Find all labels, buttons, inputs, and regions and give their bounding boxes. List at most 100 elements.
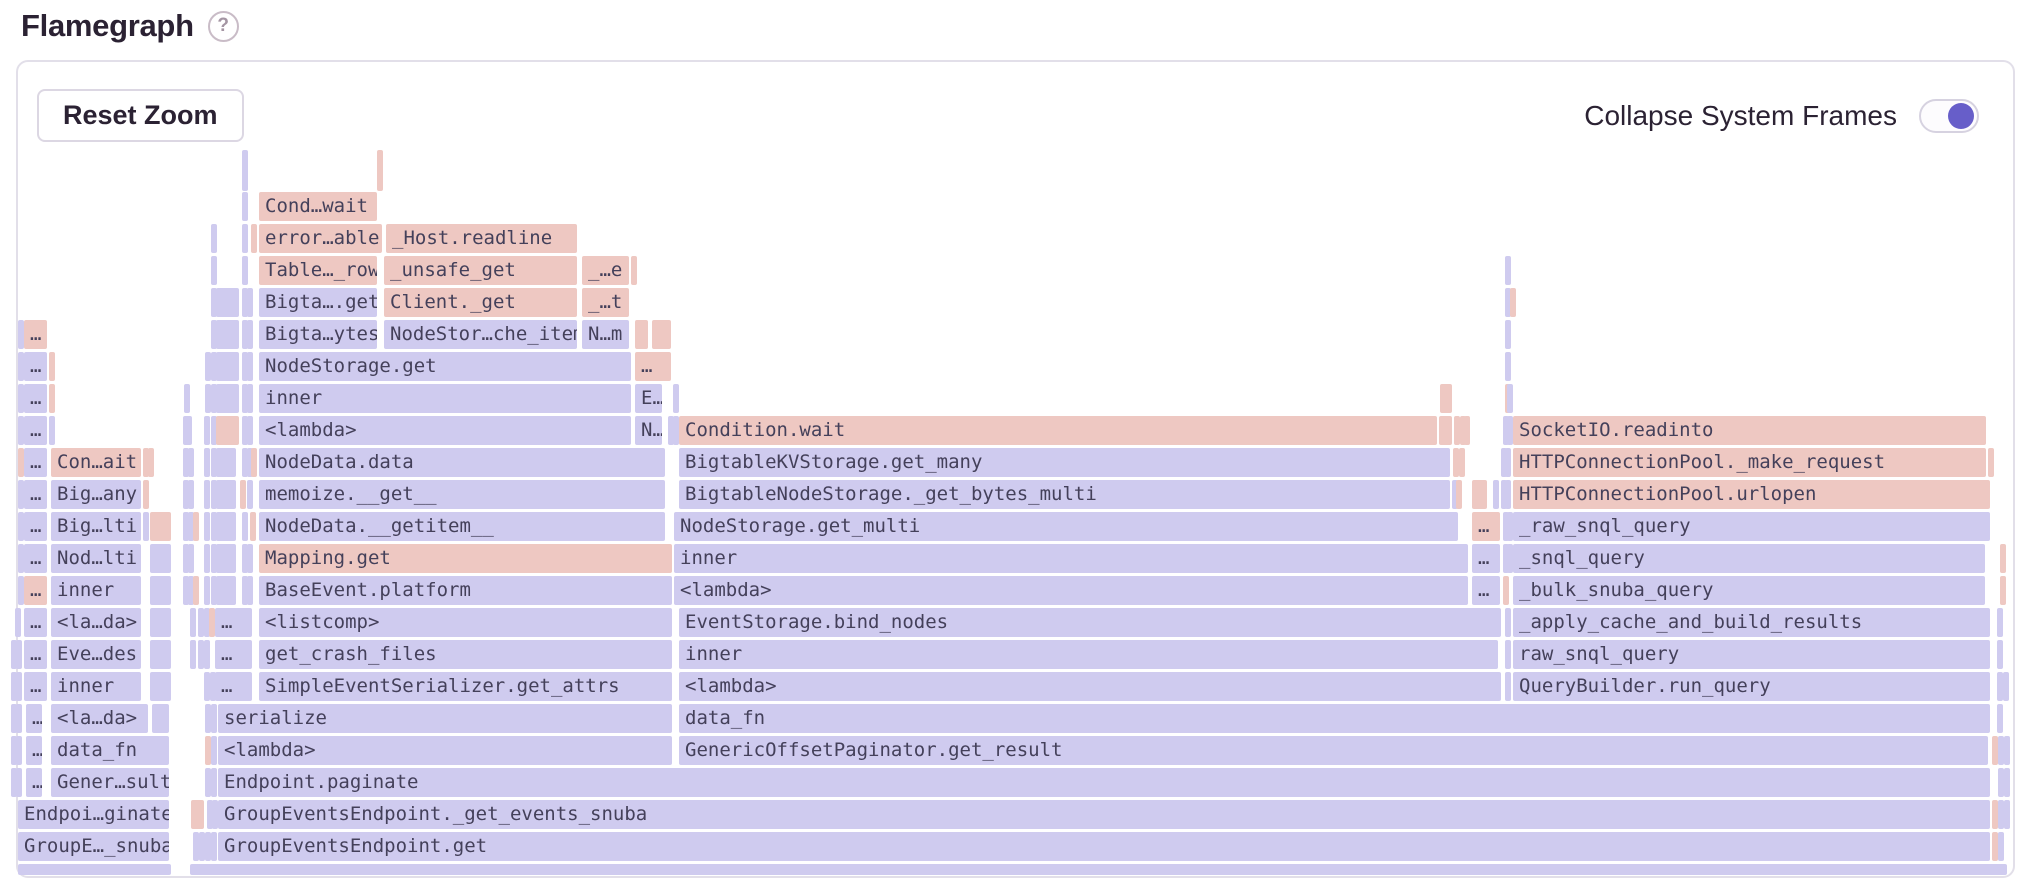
flame-frame[interactable]: get_crash_files [259,640,672,669]
reset-zoom-button[interactable]: Reset Zoom [37,89,244,142]
flame-frame[interactable] [49,416,55,445]
flame-frame[interactable]: serialize [218,704,672,733]
flame-frame[interactable] [242,256,248,285]
flame-frame[interactable]: BaseEvent.platform [259,576,672,605]
flame-frame[interactable] [1493,480,1499,509]
flame-frame[interactable] [1507,384,1513,413]
flame-frame[interactable] [216,288,239,317]
flame-frame[interactable] [150,672,171,701]
flame-frame[interactable] [49,352,55,381]
flame-frame[interactable] [150,512,171,541]
flame-frame[interactable]: <la…da> [51,704,148,733]
flame-frame[interactable] [204,576,210,605]
flame-frame[interactable]: … [24,544,47,573]
flame-frame[interactable] [204,544,210,573]
flame-frame[interactable] [183,416,192,445]
flame-frame[interactable] [16,768,22,797]
flame-frame[interactable] [1505,352,1511,381]
flame-frame[interactable] [1464,416,1470,445]
flame-frame[interactable] [148,448,154,477]
flame-frame[interactable] [377,150,383,191]
flame-frame[interactable] [211,832,217,861]
flame-frame[interactable]: NodeStor…che_item [384,320,577,349]
flame-frame[interactable]: … [26,768,42,797]
flame-frame[interactable] [216,384,239,413]
flame-frame[interactable]: … [215,640,252,669]
flame-frame[interactable]: … [24,512,47,541]
flame-frame[interactable]: Big…lti [51,512,141,541]
flame-frame[interactable] [2004,736,2010,765]
flame-frame[interactable] [204,512,210,541]
flame-frame[interactable] [240,480,246,509]
flame-frame[interactable]: … [24,416,47,445]
flame-frame[interactable] [251,224,257,253]
flame-frame[interactable]: … [1472,512,1500,541]
flame-frame[interactable]: NodeData.__getitem__ [259,512,665,541]
flame-frame[interactable]: inner [259,384,631,413]
flame-frame[interactable]: … [24,576,47,605]
flame-frame[interactable]: Bigta…ytes [259,320,377,349]
flame-frame[interactable]: BigtableKVStorage.get_many [679,448,1450,477]
flame-frame[interactable] [635,320,648,349]
flame-frame[interactable] [1472,480,1487,509]
flame-frame[interactable] [49,384,55,413]
flame-frame[interactable] [247,384,253,413]
flame-frame[interactable] [242,512,248,541]
flame-frame[interactable]: HTTPConnectionPool.urlopen [1513,480,1990,509]
flame-frame[interactable] [16,736,22,765]
flame-frame[interactable] [150,608,171,637]
flame-frame[interactable] [18,864,171,875]
flame-frame[interactable] [216,544,236,573]
flame-frame[interactable]: Nod…lti [51,544,141,573]
flame-frame[interactable]: GenericOffsetPaginator.get_result [679,736,1988,765]
flame-frame[interactable]: N… [635,416,662,445]
flame-frame[interactable]: Cond…wait [259,192,377,221]
flame-frame[interactable] [16,672,22,701]
flame-frame[interactable] [143,480,149,509]
flame-frame[interactable]: Gener…sult [51,768,169,797]
flame-frame[interactable]: GroupEventsEndpoint.get [218,832,1990,861]
flame-frame[interactable]: … [24,448,47,477]
flame-frame[interactable] [204,480,210,509]
flame-frame[interactable]: <lambda> [679,672,1501,701]
flame-frame[interactable]: GroupEventsEndpoint._get_events_snuba [218,800,1990,829]
flame-frame[interactable] [193,576,199,605]
flame-frame[interactable] [184,384,190,413]
flame-frame[interactable]: Endpoint.paginate [218,768,1990,797]
flame-frame[interactable] [188,448,194,477]
flame-frame[interactable] [251,448,257,477]
flame-frame[interactable] [216,320,239,349]
flame-frame[interactable]: raw_snql_query [1513,640,1990,669]
flame-frame[interactable]: inner [51,576,141,605]
flame-frame[interactable]: … [26,736,42,765]
flame-frame[interactable] [204,416,210,445]
flame-frame[interactable] [1440,384,1452,413]
flame-frame[interactable] [2004,800,2010,829]
flame-frame[interactable]: HTTPConnectionPool._make_request [1513,448,1986,477]
flame-frame[interactable]: inner [679,640,1498,669]
flame-frame[interactable] [216,480,236,509]
flame-frame[interactable]: NodeStorage.get_multi [674,512,1458,541]
flame-frame[interactable]: Con…ait [51,448,141,477]
flame-frame[interactable]: … [215,672,252,701]
flame-frame[interactable]: _bulk_snuba_query [1513,576,1985,605]
flame-frame[interactable] [1505,608,1511,637]
flame-frame[interactable] [1505,672,1511,701]
flame-frame[interactable]: Eve…des [51,640,141,669]
flame-frame[interactable] [16,704,22,733]
flame-frame[interactable] [211,736,217,765]
flame-frame[interactable] [1988,448,1994,477]
flame-frame[interactable]: Big…any [51,480,141,509]
flame-frame[interactable]: Bigta….get [259,288,377,317]
flame-frame[interactable] [1997,640,2003,669]
flame-frame[interactable] [188,480,194,509]
flame-frame[interactable]: memoize.__get__ [259,480,665,509]
flame-frame[interactable] [150,576,171,605]
flame-frame[interactable]: GroupE…_snuba [18,832,169,861]
flame-frame[interactable] [211,704,217,733]
flame-frame[interactable]: … [24,320,47,349]
flame-frame[interactable] [216,576,236,605]
flame-frame[interactable] [1505,256,1511,285]
flame-frame[interactable] [1459,448,1465,477]
flame-frame[interactable]: inner [674,544,1468,573]
